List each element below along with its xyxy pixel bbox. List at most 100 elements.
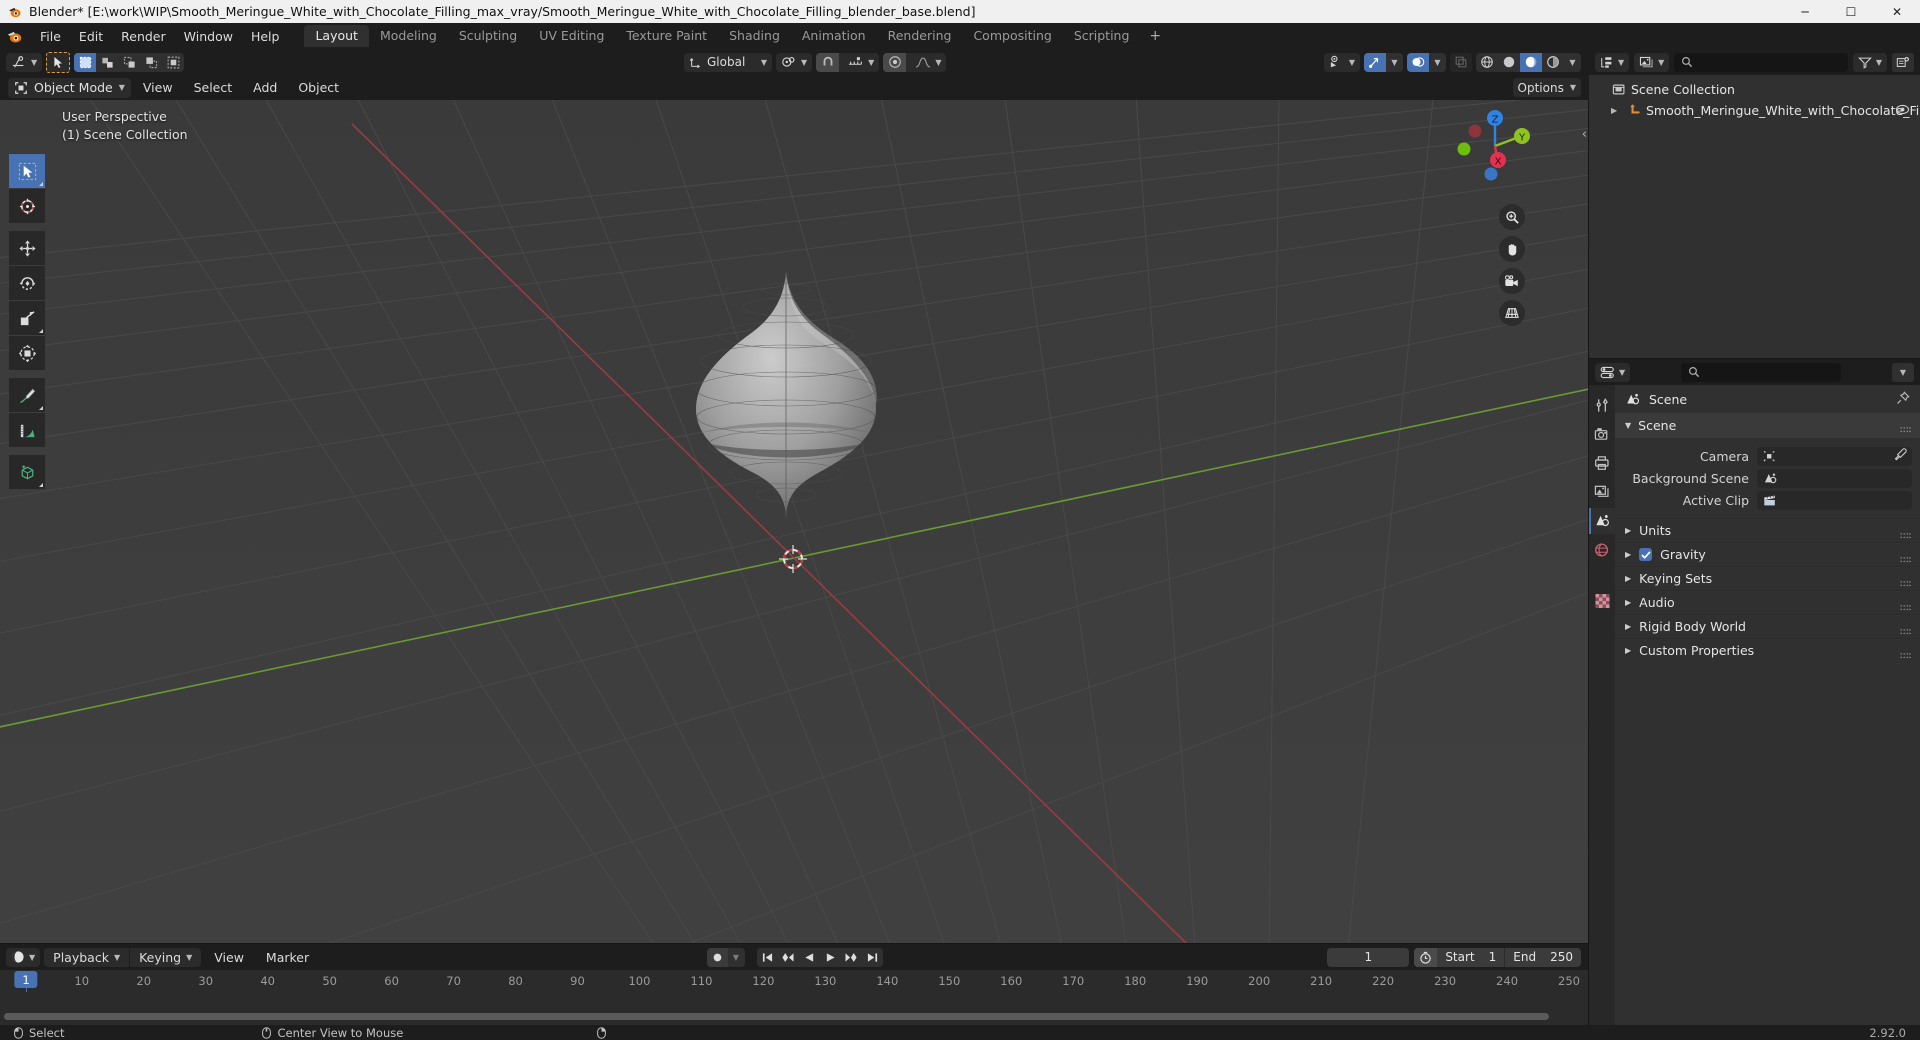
rendered-shading-icon[interactable]	[1542, 53, 1564, 72]
active-clip-field[interactable]	[1757, 490, 1912, 510]
select-circle-icon[interactable]	[96, 53, 118, 72]
pin-icon[interactable]	[1896, 390, 1910, 408]
material-preview-shading-icon[interactable]	[1520, 52, 1542, 72]
snap-magnet-icon[interactable]	[816, 52, 840, 72]
new-collection-button[interactable]	[1892, 52, 1914, 72]
pan-hand-icon[interactable]	[1499, 236, 1525, 262]
use-preview-range-icon[interactable]	[1414, 947, 1438, 967]
tab-texture-paint[interactable]: Texture Paint	[615, 25, 718, 47]
timeline-playhead[interactable]: 1	[14, 971, 38, 988]
properties-tab-world[interactable]	[1589, 537, 1615, 563]
select-mode-group[interactable]	[74, 52, 185, 72]
outliner-search-input[interactable]	[1674, 52, 1848, 72]
menu-file[interactable]: File	[31, 26, 70, 47]
horizontal-divider-right[interactable]	[1589, 358, 1920, 359]
timeline-channels[interactable]	[0, 992, 1589, 1025]
tool-move[interactable]	[9, 231, 45, 265]
wireframe-shading-icon[interactable]	[1476, 53, 1498, 72]
proportional-edit-group[interactable]: ▼	[883, 52, 947, 72]
properties-tab-view-layer[interactable]	[1589, 479, 1615, 505]
overlays-dropdown[interactable]: ▼	[1429, 52, 1446, 72]
options-button[interactable]: Options ▼	[1512, 78, 1581, 97]
camera-field[interactable]	[1757, 446, 1912, 466]
outliner-row-scene-collection[interactable]: Scene Collection	[1589, 79, 1920, 100]
falloff-selector[interactable]: ▼	[910, 56, 946, 69]
tool-measure[interactable]	[9, 413, 45, 447]
menu-edit[interactable]: Edit	[70, 26, 112, 47]
disclosure-triangle-icon[interactable]: ▶	[1611, 106, 1621, 115]
gravity-checkbox[interactable]	[1639, 548, 1653, 561]
proportional-edit-icon[interactable]	[883, 52, 907, 72]
sidebar-collapse-arrow-icon[interactable]: ‹	[1582, 127, 1587, 142]
snapping-group[interactable]: ▼	[816, 52, 880, 72]
current-frame-field[interactable]: 1	[1327, 947, 1410, 967]
menu-help[interactable]: Help	[242, 26, 289, 47]
play-button[interactable]	[820, 948, 841, 967]
tool-add-cube[interactable]	[9, 455, 45, 489]
select-lasso-icon[interactable]	[118, 53, 140, 72]
panel-header-scene[interactable]: ▼ Scene	[1615, 413, 1920, 438]
snap-target-selector[interactable]: ▼	[843, 56, 879, 69]
shading-mode-group[interactable]: ▼	[1476, 52, 1581, 72]
panel-units[interactable]: ▶ Units	[1615, 518, 1920, 542]
frame-end-field[interactable]: End 250	[1504, 947, 1581, 967]
tool-cursor[interactable]	[9, 189, 45, 223]
select-intersect-icon[interactable]	[140, 53, 162, 72]
xray-toggle-button[interactable]	[1450, 52, 1472, 72]
background-scene-field[interactable]	[1757, 468, 1912, 488]
show-gizmo-icon[interactable]	[1364, 52, 1386, 72]
interaction-mode-selector[interactable]: Object Mode ▼	[8, 77, 131, 98]
tab-sculpting[interactable]: Sculpting	[448, 25, 528, 47]
tab-modeling[interactable]: Modeling	[369, 25, 448, 47]
panel-keying-sets[interactable]: ▶ Keying Sets	[1615, 566, 1920, 590]
tab-shading[interactable]: Shading	[718, 25, 791, 47]
tool-transform[interactable]	[9, 336, 45, 370]
add-workspace-button[interactable]: +	[1140, 24, 1170, 48]
pivot-point-selector[interactable]: ▼	[776, 52, 813, 72]
camera-view-icon[interactable]	[1499, 268, 1525, 294]
eyedropper-icon[interactable]	[1894, 447, 1907, 465]
timeline-menu-view[interactable]: View	[205, 948, 253, 967]
toggle-orthographic-icon[interactable]	[1499, 300, 1525, 326]
auto-keying-button[interactable]	[706, 947, 728, 967]
timeline-menu-marker[interactable]: Marker	[257, 948, 318, 967]
jump-to-prev-keyframe-button[interactable]	[778, 948, 799, 967]
gizmo-dropdown[interactable]: ▼	[1386, 52, 1403, 72]
shading-dropdown[interactable]: ▼	[1564, 53, 1581, 72]
play-reverse-button[interactable]	[799, 948, 820, 967]
properties-tab-texture[interactable]	[1589, 588, 1615, 614]
menu-render[interactable]: Render	[112, 26, 175, 47]
timeline-menu-playback[interactable]: Playback ▼	[44, 947, 130, 967]
zoom-icon[interactable]	[1499, 204, 1525, 230]
outliner-filter-button[interactable]: ▼	[1852, 52, 1887, 72]
tool-tweak[interactable]	[9, 154, 45, 188]
properties-tab-scene[interactable]	[1589, 508, 1615, 534]
properties-tab-output[interactable]	[1589, 450, 1615, 476]
jump-to-next-keyframe-button[interactable]	[841, 948, 862, 967]
vertical-divider[interactable]	[1588, 49, 1589, 1025]
properties-tab-tool[interactable]	[1589, 392, 1615, 418]
timeline-horizontal-scrollbar[interactable]	[4, 1013, 1549, 1020]
visibility-eye-icon[interactable]	[1895, 103, 1910, 118]
viewport-menu-view[interactable]: View	[134, 78, 182, 97]
outliner-row-object[interactable]: ▶ Smooth_Meringue_White_with_Chocolate_F…	[1589, 100, 1920, 121]
navigation-axis-gizmo[interactable]: Z Y X	[1453, 104, 1537, 188]
visibility-selector[interactable]: ▼	[1323, 52, 1360, 72]
properties-editor[interactable]: ▼ ▼ Scene ▼ Scene Camera Background Scen…	[1589, 359, 1920, 1025]
timeline-ruler[interactable]: 10 20 30 40 50 60 70 80 90 100 110 120 130 140 150 160 1…	[0, 970, 1589, 1006]
viewport-menu-object[interactable]: Object	[289, 78, 348, 97]
tool-annotate[interactable]	[9, 378, 45, 412]
panel-rigid-body-world[interactable]: ▶ Rigid Body World	[1615, 614, 1920, 638]
properties-tab-render[interactable]	[1589, 421, 1615, 447]
viewport-3d[interactable]: ▼ Global ▼ ▼ ▼ ▼ ▼ ▼ ▼ ▼ Object Mode ▼ V…	[0, 49, 1589, 944]
menu-window[interactable]: Window	[175, 26, 242, 47]
timeline-menu-keying[interactable]: Keying ▼	[130, 947, 202, 967]
tab-uv-editing[interactable]: UV Editing	[528, 25, 615, 47]
overlays-toggle-group[interactable]: ▼	[1407, 52, 1446, 72]
transform-orientation-selector[interactable]: Global ▼	[684, 52, 772, 72]
viewport-menu-add[interactable]: Add	[244, 78, 286, 97]
select-box-icon[interactable]	[74, 52, 97, 72]
panel-audio[interactable]: ▶ Audio	[1615, 590, 1920, 614]
show-overlays-icon[interactable]	[1407, 52, 1429, 72]
properties-options-dropdown[interactable]: ▼	[1892, 362, 1914, 382]
